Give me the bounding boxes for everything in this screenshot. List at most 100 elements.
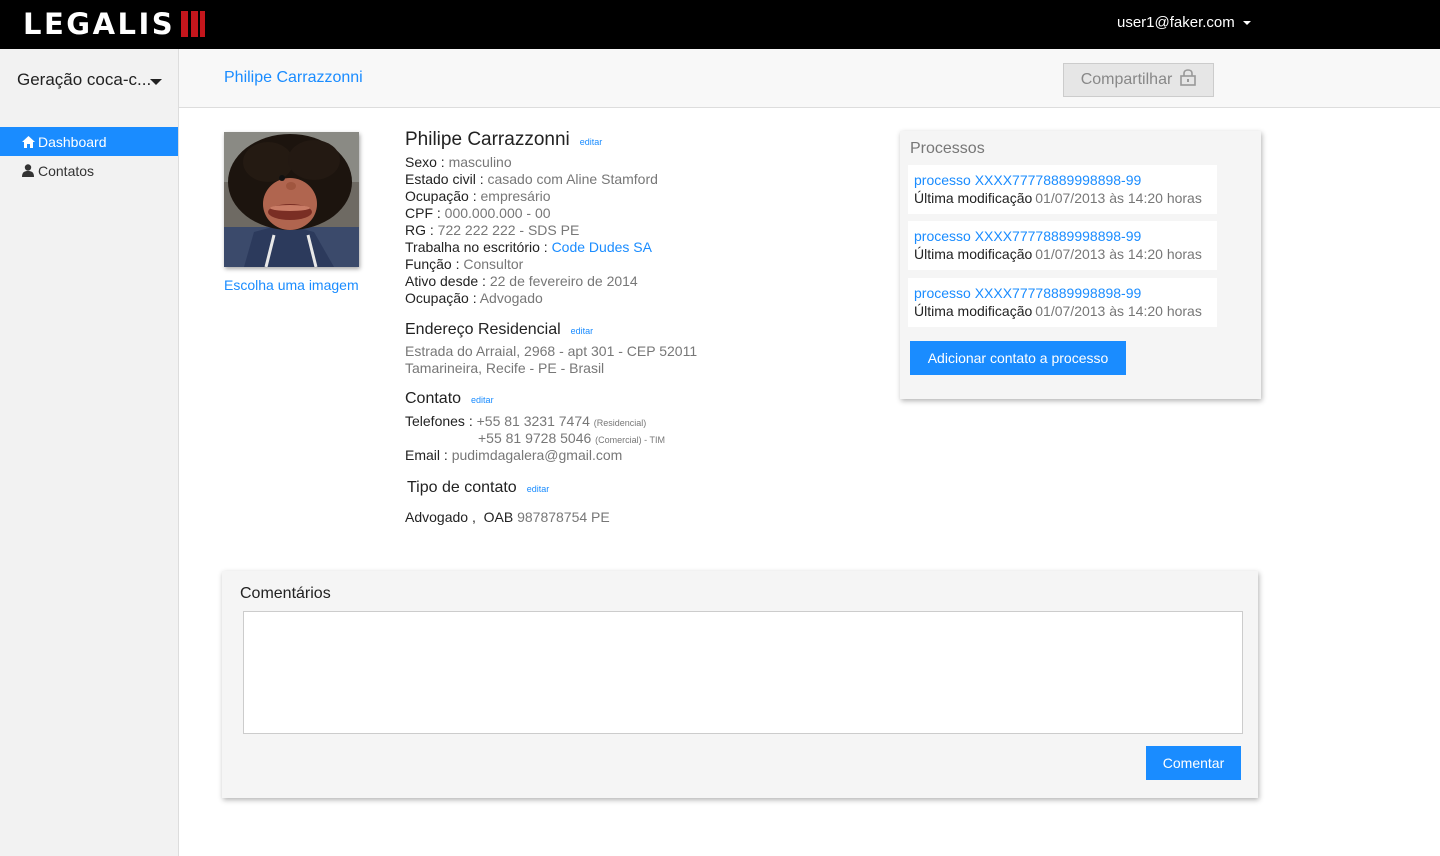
process-modified: Última modificação 01/07/2013 às 14:20 ho… bbox=[914, 302, 1217, 321]
field-ativo-desde: Ativo desde : 22 de fevereiro de 2014 bbox=[405, 273, 638, 290]
process-card: processo XXXX77778889998898-99 Última mo… bbox=[908, 165, 1217, 214]
processos-panel: Processos processo XXXX77778889998898-99… bbox=[900, 131, 1261, 399]
user-menu[interactable]: user1@faker.com bbox=[1117, 14, 1251, 31]
phone-number: +55 81 9728 5046 bbox=[478, 430, 592, 446]
edit-contact-link[interactable]: editar bbox=[471, 395, 494, 405]
section-heading: Endereço Residencial bbox=[405, 321, 561, 338]
field-value: Consultor bbox=[463, 256, 524, 272]
email-row: Email : pudimdagalera@gmail.com bbox=[405, 447, 622, 464]
logo-mark-icon bbox=[179, 11, 206, 37]
field-estado-civil: Estado civil : casado com Aline Stamford bbox=[405, 171, 658, 188]
contact-type-row: Advogado , OAB 987878754 PE bbox=[405, 509, 610, 526]
field-sexo: Sexo : masculino bbox=[405, 154, 512, 171]
contact-name-line: Philipe Carrazzonni editar bbox=[405, 129, 602, 151]
edit-address-link[interactable]: editar bbox=[571, 326, 594, 336]
modified-value: 01/07/2013 às 14:20 horas bbox=[1035, 190, 1202, 206]
modified-label: Última modificação bbox=[914, 246, 1033, 262]
comments-title: Comentários bbox=[240, 585, 331, 602]
edit-contact-type-link[interactable]: editar bbox=[527, 484, 550, 494]
process-modified: Última modificação 01/07/2013 às 14:20 ho… bbox=[914, 189, 1217, 208]
field-label: Estado civil : bbox=[405, 171, 488, 187]
section-heading: Tipo de contato bbox=[407, 479, 517, 496]
field-value: casado com Aline Stamford bbox=[487, 171, 658, 187]
home-icon bbox=[21, 135, 35, 149]
field-value: 22 de fevereiro de 2014 bbox=[489, 273, 638, 289]
field-escritorio: Trabalha no escritório : Code Dudes SA bbox=[405, 239, 652, 256]
process-link[interactable]: processo XXXX77778889998898-99 bbox=[914, 228, 1217, 245]
field-funcao: Função : Consultor bbox=[405, 256, 523, 273]
sidebar-item-dashboard[interactable]: Dashboard bbox=[0, 127, 178, 156]
field-cpf: CPF : 000.000.000 - 00 bbox=[405, 205, 551, 222]
modified-label: Última modificação bbox=[914, 303, 1033, 319]
contact-section-title: Contato editar bbox=[405, 390, 494, 408]
office-link[interactable]: Code Dudes SA bbox=[552, 239, 652, 255]
modified-value: 01/07/2013 às 14:20 horas bbox=[1035, 246, 1202, 262]
organization-selector[interactable]: Geração coca-c... bbox=[17, 70, 167, 90]
lock-icon bbox=[1180, 69, 1197, 91]
field-value: 000.000.000 - 00 bbox=[444, 205, 551, 221]
modified-label: Última modificação bbox=[914, 190, 1033, 206]
address-line-1: Estrada do Arraial, 2968 - apt 301 - CEP… bbox=[405, 343, 697, 360]
oab-label: OAB bbox=[483, 509, 514, 525]
comment-input[interactable] bbox=[243, 611, 1243, 734]
share-button[interactable]: Compartilhar bbox=[1063, 63, 1214, 97]
field-label: RG : bbox=[405, 222, 438, 238]
process-link[interactable]: processo XXXX77778889998898-99 bbox=[914, 285, 1217, 302]
comments-panel: Comentários Comentar bbox=[222, 571, 1258, 798]
page-title[interactable]: Philipe Carrazzonni bbox=[224, 69, 363, 87]
address-section-title: Endereço Residencial editar bbox=[405, 321, 593, 339]
field-ocupacao: Ocupação : empresário bbox=[405, 188, 551, 205]
field-label: Trabalha no escritório : bbox=[405, 239, 552, 255]
edit-profile-link[interactable]: editar bbox=[580, 137, 603, 147]
field-value: 722 222 222 - SDS PE bbox=[437, 222, 580, 238]
field-value: masculino bbox=[448, 154, 512, 170]
sidebar: Geração coca-c... Dashboard Contatos bbox=[0, 49, 179, 856]
field-value: empresário bbox=[480, 188, 551, 204]
user-icon bbox=[21, 164, 35, 178]
field-label: Ocupação : bbox=[405, 290, 480, 306]
oab-value: 987878754 PE bbox=[517, 509, 610, 525]
field-label: Ocupação : bbox=[405, 188, 481, 204]
contact-avatar bbox=[224, 132, 359, 267]
address-line-2: Tamarineira, Recife - PE - Brasil bbox=[405, 360, 604, 377]
sidebar-item-contatos[interactable]: Contatos bbox=[0, 156, 178, 185]
page-header: Philipe Carrazzonni Compartilhar bbox=[179, 49, 1440, 108]
phone-type: (Residencial) bbox=[593, 418, 647, 428]
section-heading: Contato bbox=[405, 390, 462, 407]
contact-type-section-title: Tipo de contato editar bbox=[407, 479, 549, 497]
organization-name: Geração coca-c... bbox=[17, 70, 152, 89]
field-label: Ativo desde : bbox=[405, 273, 490, 289]
contact-name: Philipe Carrazzonni bbox=[405, 129, 570, 150]
email-value: pudimdagalera@gmail.com bbox=[451, 447, 623, 463]
process-card: processo XXXX77778889998898-99 Última mo… bbox=[908, 278, 1217, 327]
process-modified: Última modificação 01/07/2013 às 14:20 ho… bbox=[914, 245, 1217, 264]
choose-image-link[interactable]: Escolha uma imagem bbox=[224, 277, 359, 293]
field-label: Telefones : bbox=[405, 413, 477, 429]
share-button-label: Compartilhar bbox=[1080, 71, 1173, 88]
field-label: Sexo : bbox=[405, 154, 449, 170]
legalis-logo[interactable]: LEGALIS bbox=[23, 6, 206, 42]
phone-number: +55 81 3231 7474 bbox=[476, 413, 590, 429]
top-bar: LEGALIS user1@faker.com bbox=[0, 0, 1440, 49]
logo-text: LEGALIS bbox=[23, 7, 176, 41]
field-label: Email : bbox=[405, 447, 452, 463]
address-text: Tamarineira, Recife - PE - Brasil bbox=[405, 360, 605, 376]
sidebar-item-label: Dashboard bbox=[38, 133, 107, 150]
process-card: processo XXXX77778889998898-99 Última mo… bbox=[908, 221, 1217, 270]
add-to-process-button[interactable]: Adicionar contato a processo bbox=[910, 341, 1126, 375]
sidebar-item-label: Contatos bbox=[38, 162, 95, 179]
processos-title: Processos bbox=[910, 140, 985, 157]
field-label: CPF : bbox=[405, 205, 445, 221]
modified-value: 01/07/2013 às 14:20 horas bbox=[1035, 303, 1202, 319]
chevron-down-icon bbox=[150, 79, 162, 85]
field-value: Advogado bbox=[479, 290, 543, 306]
user-email: user1@faker.com bbox=[1117, 14, 1235, 31]
chevron-down-icon bbox=[1242, 20, 1251, 25]
phone-type: (Comercial) - TIM bbox=[595, 435, 666, 445]
process-link[interactable]: processo XXXX77778889998898-99 bbox=[914, 172, 1217, 189]
contact-type-value: Advogado , bbox=[405, 509, 476, 525]
field-label: Função : bbox=[405, 256, 464, 272]
address-text: Estrada do Arraial, 2968 - apt 301 - CEP… bbox=[405, 343, 698, 359]
field-ocupacao-2: Ocupação : Advogado bbox=[405, 290, 543, 307]
comment-submit-button[interactable]: Comentar bbox=[1146, 746, 1241, 780]
